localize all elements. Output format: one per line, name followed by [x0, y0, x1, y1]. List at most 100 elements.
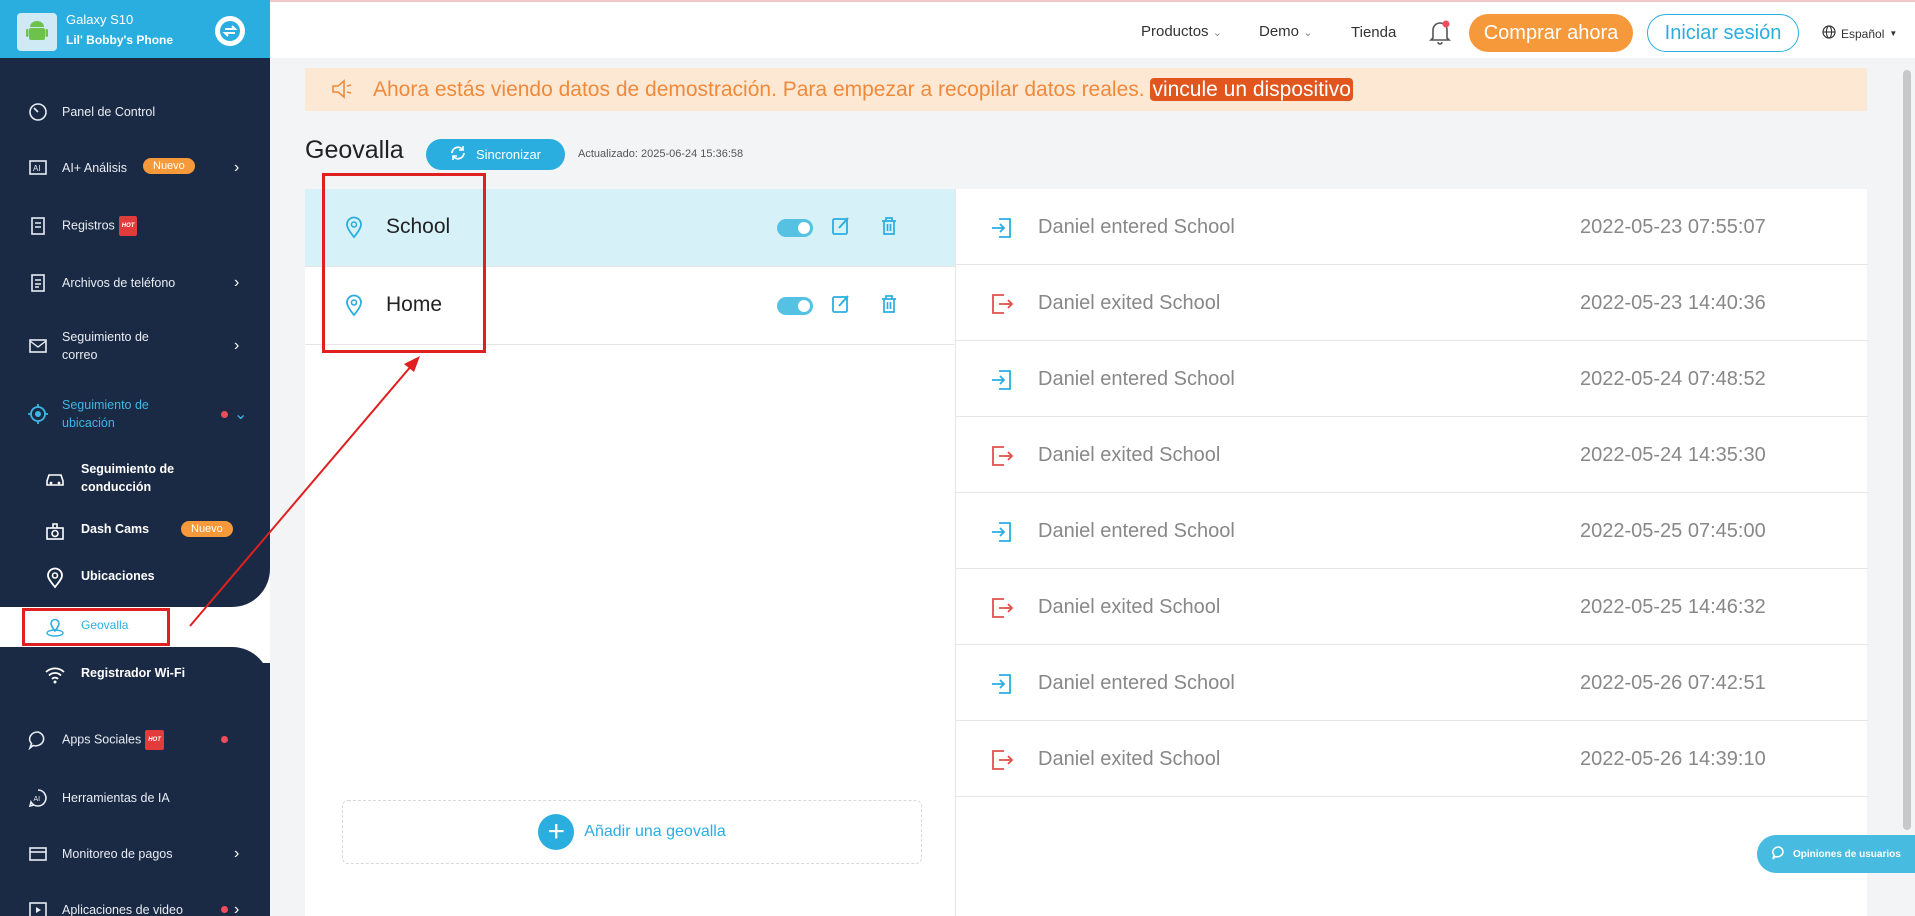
device-name: Lil' Bobby's Phone: [66, 33, 174, 47]
new-badge: Nuevo: [143, 158, 195, 174]
geofence-events-panel: Daniel entered School 2022-05-23 07:55:0…: [955, 189, 1868, 916]
link-device-link[interactable]: vincule un dispositivo: [1150, 77, 1353, 101]
login-button[interactable]: Iniciar sesión: [1647, 14, 1799, 52]
sidebar-item-label: Seguimiento de correo: [62, 330, 149, 362]
device-model: Galaxy S10: [66, 12, 134, 27]
sidebar-item-phone-files[interactable]: Archivos de teléfono ›: [0, 271, 270, 295]
scrollbar-thumb[interactable]: [1903, 70, 1911, 830]
event-text: Daniel entered School: [1038, 520, 1235, 542]
event-row: Daniel exited School 2022-05-24 14:35:30: [956, 417, 1868, 493]
sidebar-item-label: Archivos de teléfono: [62, 276, 176, 290]
sidebar-item-video-apps[interactable]: Aplicaciones de video ›: [0, 898, 270, 916]
chevron-right-icon: ›: [234, 274, 240, 291]
sidebar-item-dashcams[interactable]: Dash Cams Nuevo: [0, 520, 270, 542]
sidebar-item-locations[interactable]: Ubicaciones: [0, 567, 270, 589]
sidebar-item-logs[interactable]: Registros HOT: [0, 214, 270, 238]
chevron-down-icon: ⌄: [234, 406, 248, 423]
android-icon: [17, 13, 57, 51]
nav-demo[interactable]: Demo ⌄: [1259, 23, 1312, 40]
demo-banner: Ahora estás viendo datos de demostración…: [305, 68, 1867, 111]
exit-icon: [990, 748, 1014, 772]
file-icon: [27, 272, 49, 294]
nav-store[interactable]: Tienda: [1351, 24, 1396, 41]
sidebar-item-label: Monitoreo de pagos: [62, 847, 173, 861]
trash-icon[interactable]: [878, 293, 902, 317]
sync-button[interactable]: Sincronizar: [426, 139, 565, 170]
event-text: Daniel entered School: [1038, 672, 1235, 694]
bell-icon[interactable]: [1428, 19, 1452, 45]
sync-icon: [450, 145, 466, 164]
event-time: 2022-05-24 07:48:52: [1580, 368, 1766, 390]
sidebar-item-mail-tracking[interactable]: Seguimiento de correo ›: [0, 326, 270, 366]
sidebar-item-driving[interactable]: Seguimiento de conducción: [0, 460, 270, 500]
sidebar-item-label: AI+ Análisis: [62, 161, 127, 175]
chevron-right-icon: ›: [234, 845, 240, 862]
notification-dot: [221, 411, 228, 418]
hot-badge: HOT: [145, 730, 164, 750]
sidebar-item-label: Ubicaciones: [81, 569, 155, 583]
globe-icon: [1822, 25, 1836, 42]
sidebar-item-label: Registrador Wi-Fi: [81, 666, 186, 680]
sidebar-item-label: Apps Sociales HOT: [62, 730, 164, 750]
event-text: Daniel exited School: [1038, 596, 1221, 618]
nav-demo-label: Demo: [1259, 23, 1300, 40]
notification-dot: [221, 906, 228, 913]
event-text: Daniel exited School: [1038, 748, 1221, 770]
event-time: 2022-05-26 14:39:10: [1580, 748, 1766, 770]
sidebar-item-ai-tools[interactable]: AI Herramientas de IA: [0, 786, 270, 810]
mail-icon: [27, 335, 49, 357]
event-row: Daniel entered School 2022-05-23 07:55:0…: [956, 189, 1868, 265]
exit-icon: [990, 596, 1014, 620]
feedback-button[interactable]: Opiniones de usuarios: [1757, 835, 1915, 873]
switch-device-icon[interactable]: [215, 16, 245, 46]
trash-icon[interactable]: [878, 215, 902, 239]
sidebar-item-label: Herramientas de IA: [62, 791, 170, 805]
chevron-right-icon: ›: [234, 337, 240, 354]
sidebar-item-payments[interactable]: Monitoreo de pagos ›: [0, 842, 270, 866]
sidebar-item-social-apps[interactable]: Apps Sociales HOT: [0, 728, 270, 752]
language-label: Español: [1841, 26, 1885, 41]
event-text: Daniel exited School: [1038, 292, 1221, 314]
sidebar-item-wifi-logger[interactable]: Registrador Wi-Fi: [0, 664, 270, 686]
exit-icon: [990, 292, 1014, 316]
notification-dot: [221, 736, 228, 743]
edit-icon[interactable]: [830, 215, 854, 239]
chat-icon: [27, 729, 49, 751]
caret-down-icon: ▼: [1889, 29, 1898, 38]
speedometer-icon: [27, 101, 49, 123]
location-target-icon: [27, 403, 49, 425]
event-row: Daniel entered School 2022-05-24 07:48:5…: [956, 341, 1868, 417]
geofence-toggle[interactable]: [777, 219, 813, 237]
event-time: 2022-05-24 14:35:30: [1580, 444, 1766, 466]
sidebar-item-ai-analysis[interactable]: AI AI+ Análisis Nuevo ›: [0, 156, 270, 180]
geofence-toggle[interactable]: [777, 297, 813, 315]
sidebar-item-label: Seguimiento de conducción: [81, 462, 175, 494]
ai-tools-icon: AI: [27, 787, 49, 809]
enter-icon: [990, 368, 1014, 392]
chat-bubble-icon: [1771, 845, 1787, 864]
chevron-right-icon: ›: [234, 901, 240, 916]
device-header[interactable]: Galaxy S10 Lil' Bobby's Phone: [0, 0, 270, 58]
sidebar-item-label: Aplicaciones de video: [62, 903, 183, 916]
event-text: Daniel exited School: [1038, 444, 1221, 466]
speaker-icon: [331, 79, 353, 104]
buy-now-button[interactable]: Comprar ahora: [1469, 14, 1633, 52]
sidebar-item-label: Dash Cams: [81, 522, 150, 536]
nav-products[interactable]: Productos ⌄: [1141, 23, 1222, 40]
pin-icon: [44, 567, 66, 589]
svg-text:AI: AI: [34, 796, 41, 803]
plus-icon: +: [538, 814, 575, 850]
add-geofence-button[interactable]: + Añadir una geovalla: [342, 800, 922, 864]
edit-icon[interactable]: [830, 293, 854, 317]
event-time: 2022-05-26 07:42:51: [1580, 672, 1766, 694]
ai-icon: AI: [27, 157, 49, 179]
sidebar-item-dashboard[interactable]: Panel de Control: [0, 100, 270, 124]
event-text: Daniel entered School: [1038, 368, 1235, 390]
video-icon: [27, 899, 49, 916]
event-time: 2022-05-25 14:46:32: [1580, 596, 1766, 618]
enter-icon: [990, 520, 1014, 544]
language-selector[interactable]: Español ▼: [1822, 25, 1897, 42]
log-icon: [27, 215, 49, 237]
dashcam-icon: [44, 520, 66, 542]
sidebar-item-location-tracking[interactable]: Seguimiento de ubicación ⌄: [0, 394, 270, 434]
